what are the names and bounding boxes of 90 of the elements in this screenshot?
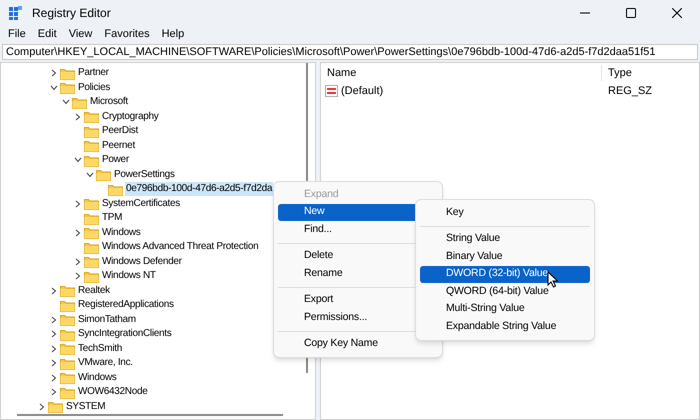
menu-item[interactable]: Copy Key Name xyxy=(278,336,438,353)
menu-item[interactable]: DWORD (32-bit) Value xyxy=(420,266,590,283)
menu-item[interactable]: Help xyxy=(156,26,190,42)
chevron-right-icon[interactable] xyxy=(51,344,57,353)
menu-item[interactable]: Binary Value xyxy=(420,248,590,266)
menu-item[interactable]: Edit xyxy=(32,26,63,42)
folder-icon xyxy=(84,212,99,225)
tree-item[interactable]: SYSTEM xyxy=(65,400,106,414)
tree-item[interactable]: Windows Advanced Threat Protection xyxy=(101,240,260,254)
mouse-cursor-icon xyxy=(547,271,559,288)
tree-item[interactable]: WOW6432Node xyxy=(77,385,149,400)
tree-item[interactable]: SyncIntegrationClients xyxy=(77,327,172,342)
menu-item[interactable]: String Value xyxy=(420,230,590,248)
folder-icon xyxy=(84,124,99,138)
chevron-right-icon[interactable] xyxy=(51,69,57,78)
tree-item[interactable]: Policies xyxy=(77,80,112,95)
folder-icon xyxy=(60,66,75,80)
chevron-down-icon[interactable] xyxy=(50,84,58,91)
menu-item[interactable]: View xyxy=(62,26,98,42)
chevron-right-icon[interactable] xyxy=(75,228,81,237)
chevron-down-icon[interactable] xyxy=(74,157,82,164)
chevron-right-icon[interactable] xyxy=(51,330,57,338)
value-name[interactable]: (Default) xyxy=(341,82,384,100)
window-title: Registry Editor xyxy=(32,5,111,22)
chevron-down-icon[interactable] xyxy=(86,172,94,178)
tree-item[interactable]: TechSmith xyxy=(77,342,123,356)
folder-icon xyxy=(72,96,87,109)
chevron-right-icon[interactable] xyxy=(75,112,81,121)
chevron-down-icon[interactable] xyxy=(62,99,70,106)
tree-item[interactable]: PowerSettings xyxy=(113,168,176,182)
tree-item[interactable]: Microsoft xyxy=(89,95,129,110)
tree-item[interactable]: Cryptography xyxy=(101,110,160,124)
menu-item[interactable]: Expandable String Value xyxy=(420,318,590,336)
tree-item[interactable]: Windows xyxy=(101,226,142,240)
folder-icon xyxy=(84,270,99,283)
folder-icon xyxy=(108,182,123,196)
tree-item[interactable]: Realtek xyxy=(77,284,111,298)
column-header[interactable]: Name xyxy=(321,64,601,82)
folder-icon xyxy=(60,371,75,384)
tree-item[interactable]: SystemCertificates xyxy=(101,196,181,211)
string-value-icon xyxy=(325,85,338,97)
folder-icon xyxy=(84,240,99,254)
chevron-right-icon[interactable] xyxy=(51,374,57,382)
tree-item[interactable]: RegisteredApplications xyxy=(77,298,175,312)
folder-icon xyxy=(60,81,75,94)
close-icon xyxy=(672,8,682,18)
tree-item[interactable]: Windows Defender xyxy=(101,254,183,269)
tree-item[interactable]: Windows NT xyxy=(101,269,157,284)
folder-icon xyxy=(84,139,99,152)
tree-item[interactable]: Partner xyxy=(77,66,110,80)
folder-icon xyxy=(60,298,75,312)
folder-icon xyxy=(60,328,75,341)
folder-icon xyxy=(60,342,75,356)
folder-icon xyxy=(84,154,99,167)
folder-icon xyxy=(84,226,99,240)
chevron-right-icon[interactable] xyxy=(75,258,81,266)
folder-icon xyxy=(96,168,111,182)
menu-item[interactable]: File xyxy=(2,26,32,42)
chevron-right-icon[interactable] xyxy=(75,272,81,280)
tree-item[interactable]: SimonTatham xyxy=(77,312,137,327)
chevron-right-icon[interactable] xyxy=(51,286,57,295)
value-type: REG_SZ xyxy=(607,84,652,99)
tree-item[interactable]: Peernet xyxy=(101,138,136,153)
tree-item[interactable]: Power xyxy=(101,153,130,168)
column-header[interactable]: Type xyxy=(601,64,632,82)
scrollbar[interactable] xyxy=(17,414,283,416)
chevron-right-icon[interactable] xyxy=(51,388,57,396)
folder-icon xyxy=(84,255,99,268)
folder-icon xyxy=(84,197,99,210)
tree-item[interactable]: PeerDist xyxy=(101,124,139,138)
tree-item[interactable]: Windows xyxy=(77,370,118,385)
folder-icon xyxy=(60,284,75,298)
chevron-right-icon[interactable] xyxy=(75,200,81,208)
folder-icon xyxy=(60,356,75,370)
address-field[interactable]: Computer\HKEY_LOCAL_MACHINE\SOFTWARE\Policies\Microsoft\Power\PowerSettings\0e796bdb-100d-47d6-a2d5-f7d2daa51f51 xyxy=(2,44,698,60)
chevron-right-icon[interactable] xyxy=(51,359,57,368)
maximize-icon xyxy=(626,8,636,18)
folder-icon xyxy=(60,313,75,326)
tree-item[interactable]: 0e796bdb-100d-47d6-a2d5-f7d2da xyxy=(125,182,274,196)
tree-item[interactable]: TPM xyxy=(101,211,124,226)
registry-editor-icon xyxy=(8,6,22,20)
chevron-right-icon[interactable] xyxy=(39,402,45,411)
chevron-right-icon[interactable] xyxy=(51,316,57,324)
tree-item[interactable]: VMware, Inc. xyxy=(77,356,134,370)
menu-item[interactable]: Multi-String Value xyxy=(420,300,590,318)
folder-icon xyxy=(48,400,63,414)
folder-icon xyxy=(84,110,99,124)
folder-icon xyxy=(60,386,75,399)
menu-item[interactable]: QWORD (64-bit) Value xyxy=(420,283,590,300)
menu-item[interactable]: Favorites xyxy=(98,26,156,42)
